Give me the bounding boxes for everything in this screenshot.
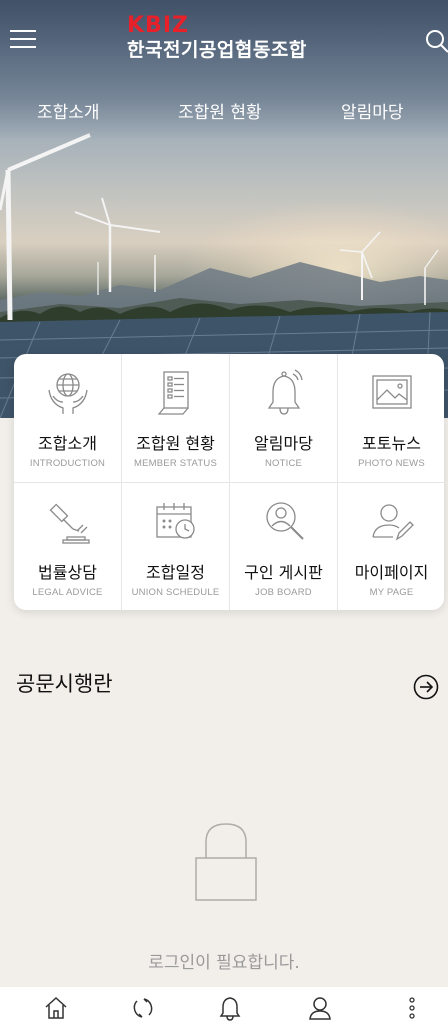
menu-item-label: 구인 게시판 (244, 563, 323, 582)
arrow-right-circle-icon[interactable] (413, 674, 439, 700)
refresh-icon[interactable] (131, 995, 155, 1021)
lock-icon (194, 820, 258, 902)
bell-icon (259, 368, 309, 418)
menu-item-member-status[interactable]: 조합원 현황 MEMBER STATUS (122, 354, 229, 482)
magnifier-person-icon (259, 497, 309, 547)
menu-item-sublabel: PHOTO NEWS (358, 458, 425, 469)
calendar-icon (151, 497, 201, 547)
user-icon[interactable] (308, 995, 332, 1021)
menu-item-label: 조합일정 (146, 563, 205, 582)
nav-item-notice[interactable]: 알림마당 (341, 98, 404, 123)
logo-brand: KBIZ (127, 13, 189, 38)
logo[interactable]: KBIZ 한국전기공업협동조합 (127, 14, 307, 62)
menu-item-sublabel: MY PAGE (369, 587, 414, 598)
menu-item-label: 알림마당 (254, 434, 313, 453)
search-icon[interactable] (424, 28, 448, 54)
menu-item-label: 조합원 현황 (136, 434, 215, 453)
menu-item-union-schedule[interactable]: 조합일정 UNION SCHEDULE (122, 483, 229, 610)
login-required-message: 로그인이 필요합니다. (148, 953, 300, 973)
menu-item-sublabel: NOTICE (264, 458, 303, 469)
menu-item-label: 포토뉴스 (362, 434, 421, 453)
bell-icon[interactable] (218, 995, 242, 1021)
photo-icon (367, 368, 417, 418)
nav-item-introduction[interactable]: 조합소개 (37, 98, 100, 123)
menu-item-sublabel: MEMBER STATUS (133, 458, 217, 469)
nav-item-member-status[interactable]: 조합원 현황 (178, 98, 262, 123)
user-edit-icon (367, 497, 417, 547)
bottom-nav (0, 987, 448, 1027)
menu-item-label: 조합소개 (38, 434, 97, 453)
document-list-icon (151, 368, 201, 418)
menu-item-sublabel: UNION SCHEDULE (131, 587, 220, 598)
section-title: 공문시행란 (16, 672, 113, 696)
globe-hands-icon (43, 368, 93, 418)
menu-item-label: 법률상담 (38, 563, 97, 582)
menu-item-label: 마이페이지 (354, 563, 429, 582)
home-icon[interactable] (44, 995, 68, 1021)
more-vertical-icon[interactable] (406, 995, 418, 1021)
menu-item-job-board[interactable]: 구인 게시판 JOB BOARD (230, 483, 337, 610)
hamburger-menu-icon[interactable] (10, 30, 36, 52)
menu-item-photo-news[interactable]: 포토뉴스 PHOTO NEWS (338, 354, 444, 482)
logo-org-name: 한국전기공업협동조합 (127, 39, 307, 61)
menu-item-sublabel: INTRODUCTION (29, 458, 106, 469)
top-nav: 조합소개 조합원 현황 알림마당 (0, 92, 448, 126)
menu-item-my-page[interactable]: 마이페이지 MY PAGE (338, 483, 444, 610)
menu-item-sublabel: JOB BOARD (255, 587, 312, 598)
menu-item-sublabel: LEGAL ADVICE (32, 587, 103, 598)
menu-grid: 조합소개 INTRODUCTION 조합원 현황 MEMBER STATUS 알… (14, 354, 444, 610)
menu-item-introduction[interactable]: 조합소개 INTRODUCTION (14, 354, 121, 482)
menu-item-legal-advice[interactable]: 법률상담 LEGAL ADVICE (14, 483, 121, 610)
menu-item-notice[interactable]: 알림마당 NOTICE (230, 354, 337, 482)
gavel-icon (43, 497, 93, 547)
